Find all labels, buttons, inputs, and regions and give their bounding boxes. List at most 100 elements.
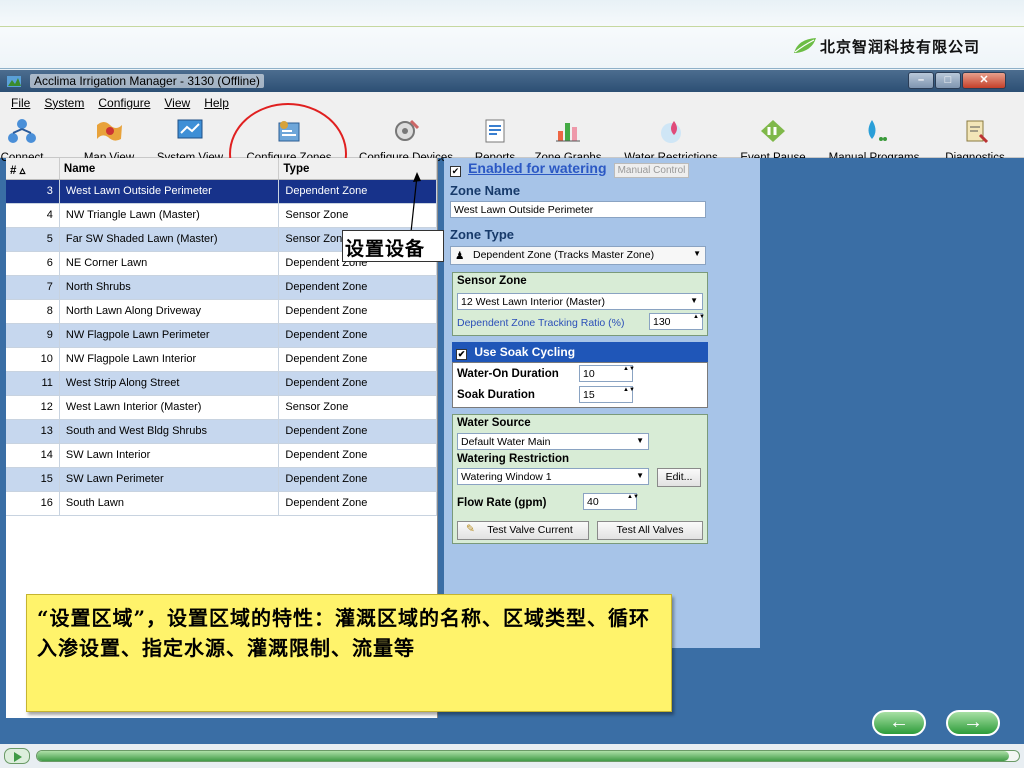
zone-num-cell: 15 bbox=[6, 468, 60, 491]
zone-row[interactable]: 15 SW Lawn Perimeter Dependent Zone bbox=[6, 468, 437, 492]
zone-name-cell: NE Corner Lawn bbox=[60, 252, 280, 275]
zone-num-cell: 13 bbox=[6, 420, 60, 443]
toolbar-map-view[interactable]: Map View bbox=[76, 116, 142, 164]
zone-row[interactable]: 10 NW Flagpole Lawn Interior Dependent Zon… bbox=[6, 348, 437, 372]
menu-system[interactable]: System bbox=[37, 96, 91, 110]
maximize-button[interactable]: □ bbox=[935, 72, 961, 89]
zone-name-cell: West Lawn Outside Perimeter bbox=[60, 180, 280, 203]
toolbar-zone-graphs[interactable]: Zone Graphs bbox=[530, 116, 606, 164]
window-titlebar: Acclima Irrigation Manager - 3130 (Offli… bbox=[0, 70, 1024, 92]
sensor-zone-select[interactable]: 12 West Lawn Interior (Master) bbox=[457, 293, 703, 310]
zone-row[interactable]: 9 NW Flagpole Lawn Perimeter Dependent Zon… bbox=[6, 324, 437, 348]
column-header-number[interactable]: # ▵ bbox=[6, 158, 60, 179]
column-header-name[interactable]: Name bbox=[60, 158, 280, 179]
zone-type-cell: Sensor Zone bbox=[279, 396, 437, 419]
menu-file[interactable]: File bbox=[4, 96, 37, 110]
zone-num-cell: 8 bbox=[6, 300, 60, 323]
zone-type-cell: Dependent Zone bbox=[279, 492, 437, 515]
zone-num-cell: 9 bbox=[6, 324, 60, 347]
leaf-logo-icon bbox=[792, 35, 818, 57]
zone-detail-panel: ✔ Enabled for watering Manual Control Zo… bbox=[444, 158, 760, 648]
zone-num-cell: 10 bbox=[6, 348, 60, 371]
toolbar-water-restrictions[interactable]: Water Restrictions bbox=[618, 116, 724, 164]
diagnostics-icon bbox=[958, 116, 992, 146]
zone-type-heading: Zone Type bbox=[450, 227, 515, 242]
water-on-input[interactable]: 10 bbox=[579, 365, 633, 382]
tracking-ratio-input[interactable]: 130 bbox=[649, 313, 703, 330]
soak-settings: Water-On Duration 10 Soak Duration 15 bbox=[452, 362, 708, 408]
zone-row[interactable]: 14 SW Lawn Interior Dependent Zone bbox=[6, 444, 437, 468]
progress-fill bbox=[37, 751, 1010, 761]
zone-row[interactable]: 8 North Lawn Along Driveway Dependent Zone bbox=[6, 300, 437, 324]
slide-caption: “设置区域”，设置区域的特性：灌溉区域的名称、区域类型、循环入渗设置、指定水源、… bbox=[26, 594, 672, 712]
zone-type-cell: Dependent Zone bbox=[279, 420, 437, 443]
menu-bar: File System Configure View Help bbox=[4, 96, 236, 110]
zone-type-cell: Dependent Zone bbox=[279, 444, 437, 467]
header-divider bbox=[0, 68, 1024, 69]
map-icon bbox=[92, 116, 126, 146]
menu-configure[interactable]: Configure bbox=[91, 96, 157, 110]
soak-cycling-label: Use Soak Cycling bbox=[474, 345, 576, 359]
menu-view[interactable]: View bbox=[157, 96, 197, 110]
sensor-zone-group: Sensor Zone 12 West Lawn Interior (Maste… bbox=[452, 272, 708, 336]
tracking-ratio-label: Dependent Zone Tracking Ratio (%) bbox=[457, 317, 625, 329]
next-slide-button[interactable]: → bbox=[946, 710, 1000, 736]
zone-row[interactable]: 11 West Strip Along Street Dependent Zone bbox=[6, 372, 437, 396]
soak-cycling-checkbox[interactable]: ✔ bbox=[456, 349, 467, 360]
manual-programs-icon bbox=[857, 116, 891, 146]
zone-row[interactable]: 16 South Lawn Dependent Zone bbox=[6, 492, 437, 516]
toolbar-diagnostics[interactable]: Diagnostics bbox=[940, 116, 1010, 164]
flow-rate-label: Flow Rate (gpm) bbox=[457, 497, 547, 509]
close-button[interactable]: ✕ bbox=[962, 72, 1006, 89]
zone-row[interactable]: 12 West Lawn Interior (Master) Sensor Zone bbox=[6, 396, 437, 420]
toolbar-configure-devices[interactable]: Configure Devices bbox=[352, 116, 460, 164]
zone-type-cell: Dependent Zone bbox=[279, 324, 437, 347]
zone-type-value: Dependent Zone (Tracks Master Zone) bbox=[473, 249, 655, 261]
toolbar-reports[interactable]: Reports bbox=[470, 116, 520, 164]
configure-devices-callout: 设置设备 bbox=[342, 230, 444, 262]
previous-slide-button[interactable]: ← bbox=[872, 710, 926, 736]
water-on-label: Water-On Duration bbox=[457, 368, 559, 380]
configure-devices-icon bbox=[389, 116, 423, 146]
water-source-heading: Water Source bbox=[457, 417, 531, 429]
watering-restriction-heading: Watering Restriction bbox=[457, 453, 570, 465]
toolbar-system-view[interactable]: System View bbox=[152, 116, 228, 164]
manual-control-button[interactable]: Manual Control bbox=[613, 163, 690, 178]
water-source-select[interactable]: Default Water Main bbox=[457, 433, 649, 450]
toolbar-event-pause[interactable]: Event Pause bbox=[736, 116, 810, 164]
toolbar-connect[interactable]: Connect bbox=[0, 116, 44, 164]
zone-graphs-icon bbox=[551, 116, 585, 146]
enabled-checkbox[interactable]: ✔ bbox=[450, 166, 461, 177]
flow-rate-input[interactable]: 40 bbox=[583, 493, 637, 510]
test-valve-current-button[interactable]: ✎ Test Valve Current bbox=[457, 521, 589, 540]
slide-header: 北京智润科技有限公司 bbox=[0, 0, 1024, 70]
water-restrictions-icon bbox=[654, 116, 688, 146]
zone-type-cell: Dependent Zone bbox=[279, 348, 437, 371]
zone-type-cell: Dependent Zone bbox=[279, 372, 437, 395]
play-icon[interactable] bbox=[4, 748, 30, 764]
system-view-icon bbox=[173, 116, 207, 146]
zone-name-cell: Far SW Shaded Lawn (Master) bbox=[60, 228, 280, 251]
slide-footer bbox=[0, 744, 1024, 768]
soak-duration-input[interactable]: 15 bbox=[579, 386, 633, 403]
toolbar-manual-programs[interactable]: Manual Programs bbox=[822, 116, 926, 164]
zone-name-cell: South and West Bldg Shrubs bbox=[60, 420, 280, 443]
zone-row[interactable]: 13 South and West Bldg Shrubs Dependent Zo… bbox=[6, 420, 437, 444]
zone-num-cell: 4 bbox=[6, 204, 60, 227]
zone-type-select[interactable]: ♟ Dependent Zone (Tracks Master Zone) bbox=[450, 246, 706, 265]
header-divider bbox=[0, 26, 1024, 27]
zone-num-cell: 7 bbox=[6, 276, 60, 299]
zone-row[interactable]: 3 West Lawn Outside Perimeter Dependent Zo… bbox=[6, 180, 437, 204]
zone-row[interactable]: 4 NW Triangle Lawn (Master) Sensor Zone bbox=[6, 204, 437, 228]
test-all-valves-button[interactable]: Test All Valves bbox=[597, 521, 703, 540]
app-icon bbox=[6, 73, 22, 89]
soak-cycling-header: ✔ Use Soak Cycling bbox=[452, 342, 708, 362]
zone-num-cell: 6 bbox=[6, 252, 60, 275]
edit-restriction-button[interactable]: Edit... bbox=[657, 468, 701, 487]
watering-restriction-select[interactable]: Watering Window 1 bbox=[457, 468, 649, 485]
zone-name-input[interactable]: West Lawn Outside Perimeter bbox=[450, 201, 706, 218]
zone-row[interactable]: 7 North Shrubs Dependent Zone bbox=[6, 276, 437, 300]
zone-name-heading: Zone Name bbox=[450, 183, 521, 198]
zone-num-cell: 12 bbox=[6, 396, 60, 419]
minimize-button[interactable]: – bbox=[908, 72, 934, 89]
